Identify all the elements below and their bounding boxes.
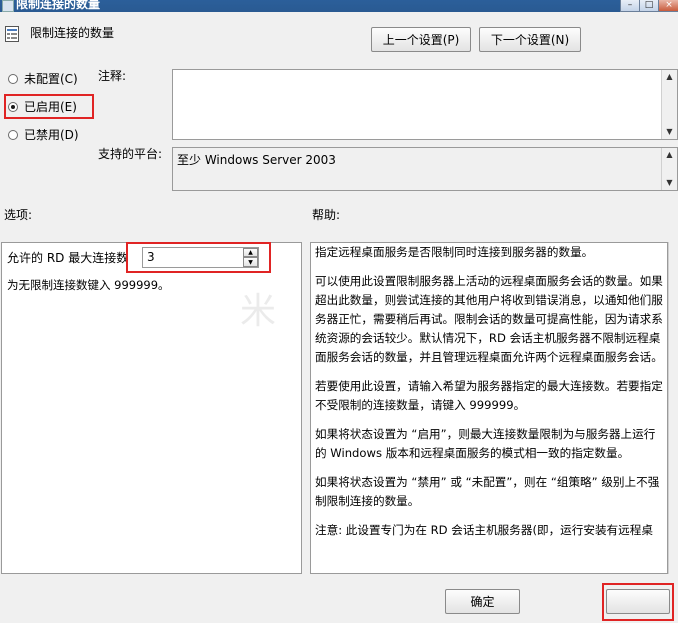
help-panel: 指定远程桌面服务是否限制同时连接到服务器的数量。 可以使用此设置限制服务器上活动… <box>310 242 668 574</box>
platform-field: 至少 Windows Server 2003 ▲ ▼ <box>172 147 678 191</box>
window-title: 限制连接的数量 <box>16 0 101 11</box>
watermark-text: 米 <box>240 291 277 332</box>
comment-scrollbar[interactable]: ▲ ▼ <box>661 70 677 139</box>
minimize-icon[interactable]: – <box>620 0 640 12</box>
comment-label: 注释: <box>98 69 127 83</box>
help-paragraph: 指定远程桌面服务是否限制同时连接到服务器的数量。 <box>315 245 594 259</box>
help-paragraph: 注意: 此设置专门为在 RD 会话主机服务器(即，运行安装有远程桌 <box>315 523 653 537</box>
help-paragraph: 如果将状态设置为 “禁用” 或 “未配置”，则在 “组策略” 级别上不强制限制连… <box>315 475 660 508</box>
platform-label: 支持的平台: <box>98 147 163 161</box>
help-paragraph: 如果将状态设置为 “启用”，则最大连接数量限制为与服务器上运行的 Windows… <box>315 427 656 460</box>
scroll-down-icon[interactable]: ▼ <box>662 125 677 139</box>
next-setting-button[interactable]: 下一个设置(N) <box>479 27 581 52</box>
radio-disabled-label: 已禁用(D) <box>24 128 79 142</box>
radio-not-configured-label: 未配置(C) <box>24 72 78 86</box>
max-connections-hint: 为无限制连接数键入 999999。 <box>7 278 170 292</box>
policy-title: 限制连接的数量 <box>30 26 115 40</box>
options-heading: 选项: <box>4 208 33 222</box>
max-connections-label: 允许的 RD 最大连接数 <box>7 251 129 265</box>
enabled-highlight-box <box>4 94 94 119</box>
comment-field[interactable]: ▲ ▼ <box>172 69 678 140</box>
help-heading: 帮助: <box>312 208 341 222</box>
ok-button[interactable]: 确定 <box>445 589 520 614</box>
close-icon[interactable]: × <box>658 0 678 12</box>
help-paragraph: 若要使用此设置，请输入希望为服务器指定的最大连接数。若要指定不受限制的连接数量，… <box>315 379 663 412</box>
platform-value: 至少 Windows Server 2003 <box>177 153 336 167</box>
help-scrollbar[interactable] <box>668 242 678 574</box>
platform-scrollbar[interactable]: ▲ ▼ <box>661 148 677 190</box>
help-text: 指定远程桌面服务是否限制同时连接到服务器的数量。 可以使用此设置限制服务器上活动… <box>315 243 665 550</box>
previous-setting-button[interactable]: 上一个设置(P) <box>371 27 471 52</box>
scroll-up-icon[interactable]: ▲ <box>662 148 677 162</box>
scroll-down-icon[interactable]: ▼ <box>662 176 677 190</box>
window-icon <box>2 0 14 12</box>
help-paragraph: 可以使用此设置限制服务器上活动的远程桌面服务会话的数量。如果超出此数量，则尝试连… <box>315 274 663 364</box>
radio-not-configured[interactable] <box>8 74 18 84</box>
title-bar: 限制连接的数量 – □ × <box>0 0 678 12</box>
policy-setting-icon <box>5 26 19 42</box>
radio-disabled[interactable] <box>8 130 18 140</box>
cancel-highlight-box <box>602 583 674 621</box>
scroll-up-icon[interactable]: ▲ <box>662 70 677 84</box>
value-highlight-box <box>126 242 271 273</box>
maximize-icon[interactable]: □ <box>639 0 659 12</box>
